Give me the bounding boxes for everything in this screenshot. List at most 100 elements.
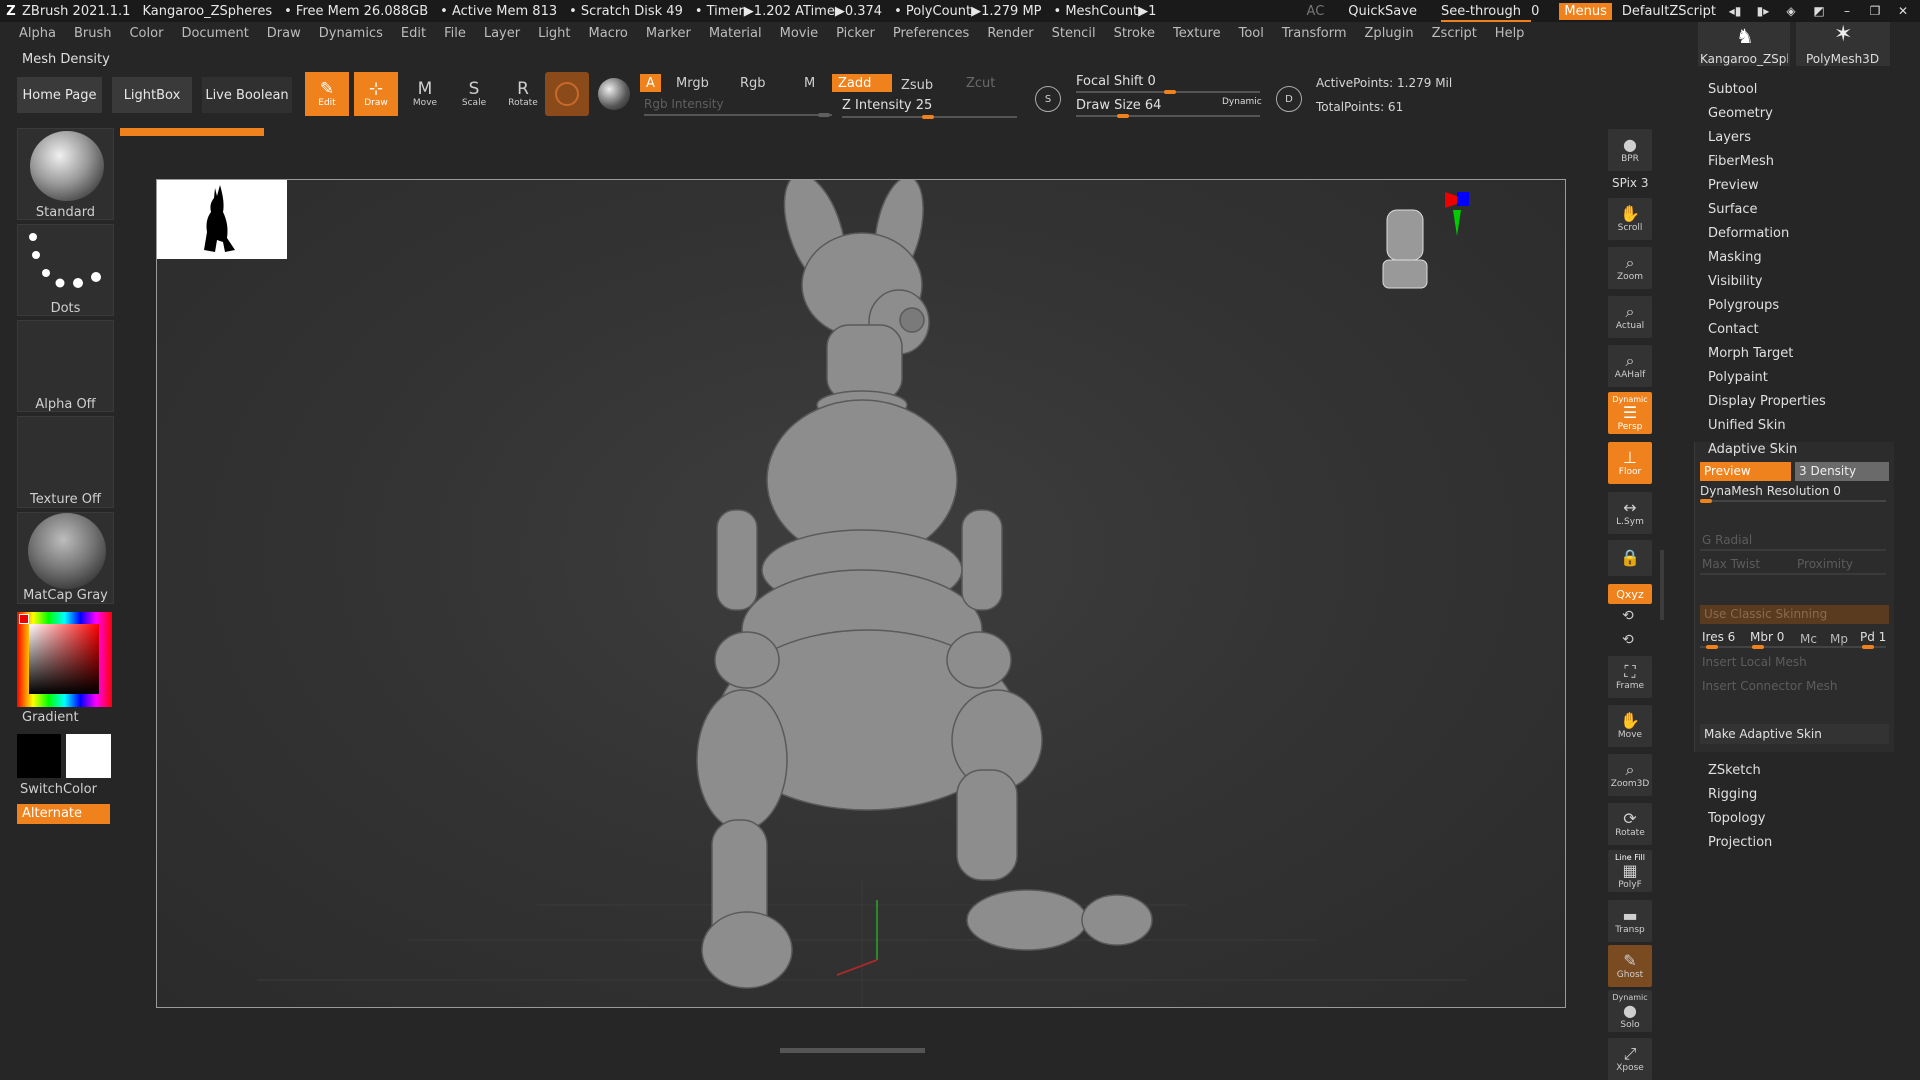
default-zscript-button[interactable]: DefaultZScript	[1622, 4, 1716, 19]
color-material-icon[interactable]	[598, 78, 630, 110]
polygroups-menu[interactable]: Polygroups	[1708, 298, 1779, 313]
contact-menu[interactable]: Contact	[1708, 322, 1759, 337]
lightbox-button[interactable]: LightBox	[112, 77, 192, 113]
persp-button[interactable]: Dynamic ☰ Persp	[1608, 392, 1652, 434]
menu-macro[interactable]: Macro	[580, 26, 637, 46]
menu-stroke[interactable]: Stroke	[1105, 26, 1164, 46]
mbr-slider[interactable]: Mbr 0	[1750, 630, 1784, 644]
geometry-menu[interactable]: Geometry	[1708, 106, 1773, 121]
zsketch-menu[interactable]: ZSketch	[1708, 763, 1761, 778]
adaptive-preview-button[interactable]: Preview	[1700, 462, 1791, 481]
zadd-toggle[interactable]: Zadd	[832, 74, 892, 92]
dynamesh-resolution-slider[interactable]: DynaMesh Resolution 0	[1700, 484, 1841, 498]
canvas-viewport[interactable]	[156, 179, 1566, 1008]
zsub-toggle[interactable]: Zsub	[895, 76, 939, 94]
axis-gizmo[interactable]	[1445, 192, 1469, 236]
move-button[interactable]: M Move	[403, 72, 447, 116]
g-radial-slider[interactable]: G Radial	[1702, 533, 1752, 547]
draw-size-slider[interactable]: Draw Size 64	[1076, 98, 1161, 113]
morph-target-menu[interactable]: Morph Target	[1708, 346, 1793, 361]
menu-document[interactable]: Document	[172, 26, 257, 46]
home-page-button[interactable]: Home Page	[17, 77, 102, 113]
rotate-z-icon[interactable]: ⟲	[1622, 632, 1634, 648]
mp-toggle[interactable]: Mp	[1830, 632, 1848, 646]
use-classic-skinning-button[interactable]: Use Classic Skinning	[1700, 605, 1889, 624]
ghost-button[interactable]: ✎ Ghost	[1608, 945, 1652, 987]
zoom-button[interactable]: ⌕ Zoom	[1608, 247, 1652, 289]
tool-thumb-kangaroo[interactable]: ♞ Kangaroo_ZSphe	[1698, 22, 1790, 66]
layout-icon[interactable]: ◈	[1782, 4, 1800, 18]
transp-button[interactable]: ▬ Transp	[1608, 900, 1652, 942]
masking-menu[interactable]: Masking	[1708, 250, 1762, 265]
panel-resize-handle[interactable]	[1660, 550, 1664, 620]
see-through-slider[interactable]: See-through 0	[1440, 4, 1539, 22]
scroll-button[interactable]: ✋ Scroll	[1608, 198, 1652, 240]
display-properties-menu[interactable]: Display Properties	[1708, 394, 1826, 409]
live-boolean-button[interactable]: Live Boolean	[202, 77, 292, 113]
switchcolor-button[interactable]: SwitchColor	[20, 782, 97, 797]
mc-toggle[interactable]: Mc	[1800, 632, 1817, 646]
polyf-button[interactable]: Line Fill ▦ PolyF	[1608, 850, 1652, 892]
menu-draw[interactable]: Draw	[258, 26, 310, 46]
floor-button[interactable]: ⊥ Floor	[1608, 442, 1652, 484]
menu-help[interactable]: Help	[1486, 26, 1534, 46]
pd-slider[interactable]: Pd 1	[1860, 630, 1886, 644]
make-adaptive-skin-button[interactable]: Make Adaptive Skin	[1700, 724, 1889, 744]
alternate-button[interactable]: Alternate	[17, 804, 110, 824]
max-twist-slider[interactable]: Max Twist	[1702, 557, 1760, 571]
quicksave-button[interactable]: QuickSave	[1348, 4, 1417, 19]
menus-button[interactable]: Menus	[1559, 2, 1612, 20]
menu-layer[interactable]: Layer	[475, 26, 529, 46]
solo-button[interactable]: Dynamic ● Solo	[1608, 990, 1652, 1032]
menu-color[interactable]: Color	[120, 26, 172, 46]
mrgb-toggle[interactable]: Mrgb	[670, 74, 715, 92]
menu-marker[interactable]: Marker	[637, 26, 700, 46]
orientation-head-icon[interactable]	[1382, 209, 1428, 289]
adaptive-skin-menu[interactable]: Adaptive Skin	[1708, 442, 1797, 457]
subtool-menu[interactable]: Subtool	[1708, 82, 1757, 97]
main-color-swatch[interactable]	[17, 734, 61, 778]
zoom3d-button[interactable]: ⌕ Zoom3D	[1608, 754, 1652, 796]
menu-material[interactable]: Material	[700, 26, 771, 46]
rotate-button[interactable]: R Rotate	[501, 72, 545, 116]
focal-shift-slider[interactable]: Focal Shift 0	[1076, 74, 1156, 89]
menu-tool[interactable]: Tool	[1230, 26, 1273, 46]
menu-stencil[interactable]: Stencil	[1043, 26, 1105, 46]
rgb-intensity-slider[interactable]: Rgb Intensity	[644, 97, 724, 111]
surface-menu[interactable]: Surface	[1708, 202, 1758, 217]
menu-file[interactable]: File	[435, 26, 475, 46]
color-square[interactable]	[29, 624, 99, 694]
material-swatch-button[interactable]	[545, 72, 589, 116]
rotate-y-icon[interactable]: ⟲	[1622, 608, 1634, 624]
actual-button[interactable]: ⌕ Actual	[1608, 296, 1652, 338]
topology-menu[interactable]: Topology	[1708, 811, 1765, 826]
menu-preferences[interactable]: Preferences	[884, 26, 978, 46]
rotate-view-button[interactable]: ⟳ Rotate	[1608, 803, 1652, 845]
lock-button[interactable]: 🔒	[1608, 540, 1652, 576]
aahalf-button[interactable]: ⌕ AAHalf	[1608, 345, 1652, 387]
spotlight-s-icon[interactable]: S	[1035, 86, 1061, 112]
menu-render[interactable]: Render	[978, 26, 1042, 46]
xpose-button[interactable]: ⤢ Xpose	[1608, 1038, 1652, 1080]
frame-button[interactable]: ⛶ Frame	[1608, 656, 1652, 698]
dynamic-button[interactable]: Dynamic	[1222, 97, 1262, 107]
deformation-menu[interactable]: Deformation	[1708, 226, 1789, 241]
bottom-tray-toggle[interactable]	[780, 1048, 925, 1053]
layout2-icon[interactable]: ◩	[1810, 4, 1828, 18]
restore-icon[interactable]: ❐	[1866, 4, 1884, 18]
bpr-button[interactable]: ● BPR	[1608, 129, 1652, 171]
xyz-button[interactable]: Qxyz	[1608, 584, 1652, 604]
proximity-slider[interactable]: Proximity	[1797, 557, 1853, 571]
density-slider[interactable]: 3 Density	[1795, 462, 1889, 481]
scale-button[interactable]: S Scale	[452, 72, 496, 116]
rigging-menu[interactable]: Rigging	[1708, 787, 1757, 802]
draw-button[interactable]: ⊹ Draw	[354, 72, 398, 116]
secondary-color-swatch[interactable]	[66, 734, 111, 778]
menu-light[interactable]: Light	[529, 26, 579, 46]
insert-local-mesh-button[interactable]: Insert Local Mesh	[1702, 655, 1807, 669]
menu-zplugin[interactable]: Zplugin	[1356, 26, 1423, 46]
close-icon[interactable]: ✕	[1894, 4, 1912, 18]
layers-menu[interactable]: Layers	[1708, 130, 1751, 145]
move-view-button[interactable]: ✋ Move	[1608, 705, 1652, 747]
menu-movie[interactable]: Movie	[771, 26, 827, 46]
